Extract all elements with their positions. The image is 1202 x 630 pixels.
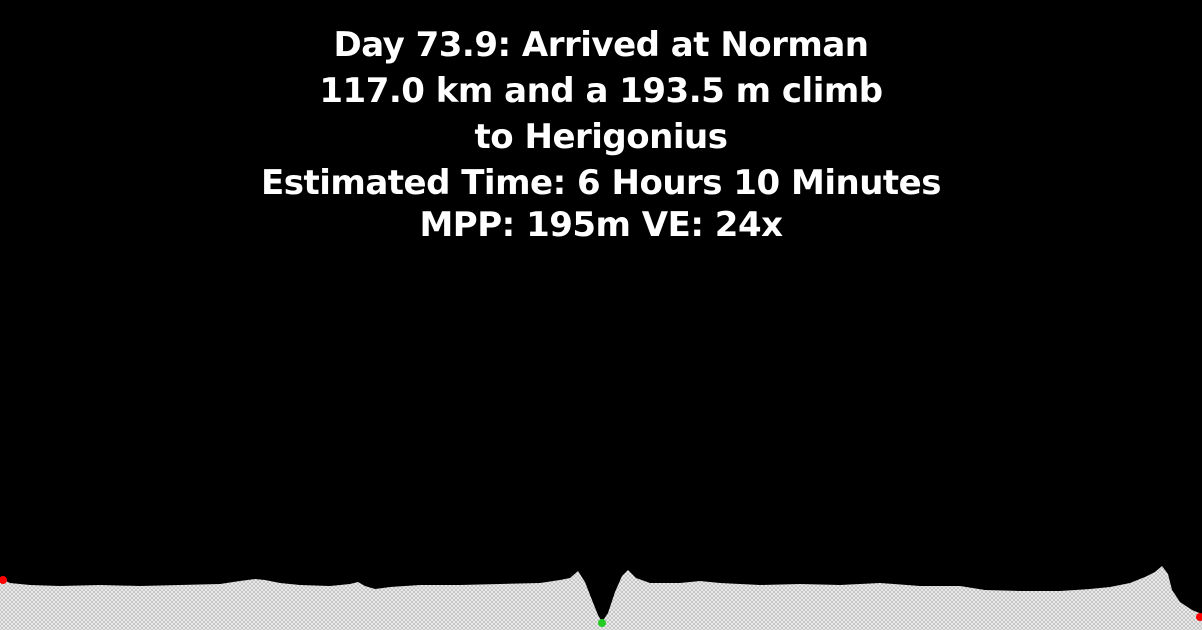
terrain-profile bbox=[0, 566, 1202, 630]
waypoint-marker bbox=[598, 619, 606, 627]
elevation-profile-view: Day 73.9: Arrived at Norman 117.0 km and… bbox=[0, 0, 1202, 630]
